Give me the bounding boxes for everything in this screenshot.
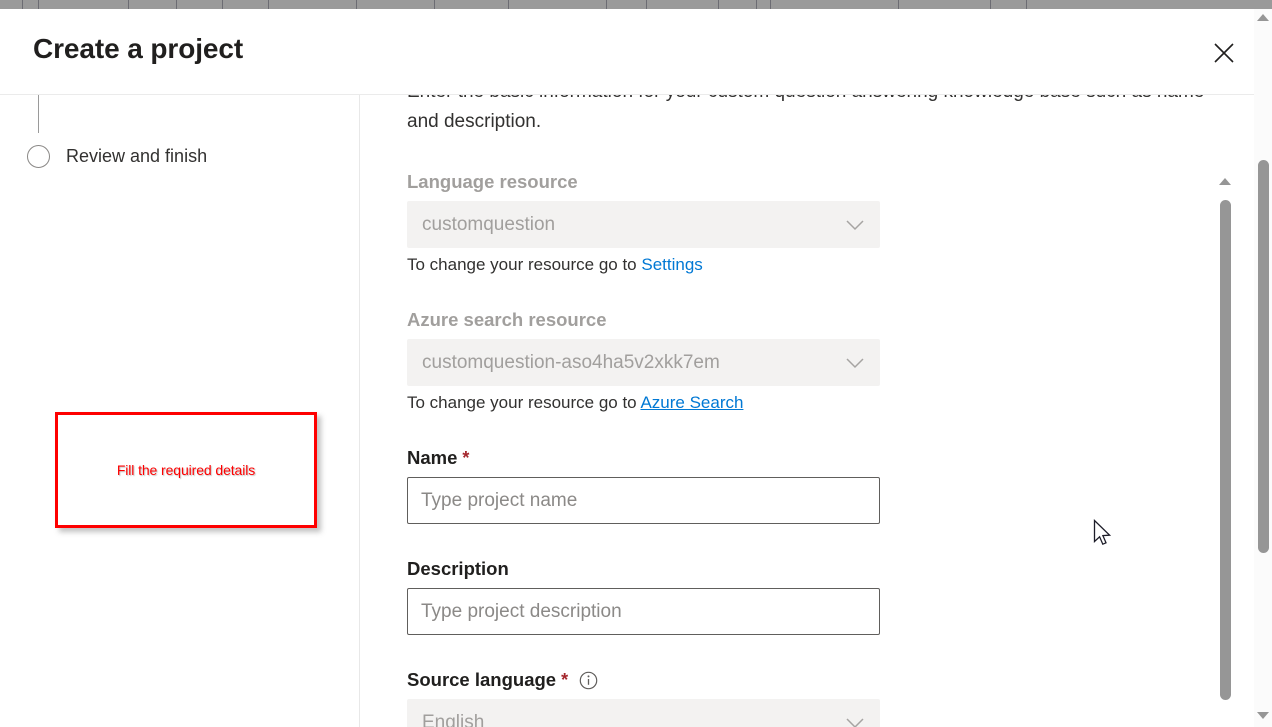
helper-prefix: To change your resource go to — [407, 393, 641, 412]
caret-up-icon[interactable] — [1219, 178, 1231, 185]
azure-search-resource-label-text: Azure search resource — [407, 309, 607, 330]
wizard-stepper-panel: Review and finish Fill the required deta… — [0, 95, 360, 727]
azure-search-resource-helper-text: To change your resource go to Azure Sear… — [407, 393, 1197, 413]
annotation-callout-text: Fill the required details — [116, 462, 256, 478]
chevron-down-icon — [845, 357, 865, 369]
source-language-label: Source language * — [407, 669, 1197, 691]
source-language-label-text: Source language — [407, 669, 557, 690]
field-group-name: Name * — [407, 447, 1197, 524]
description-input[interactable] — [407, 588, 880, 635]
language-resource-helper-text: To change your resource go to Settings — [407, 255, 1197, 275]
field-group-description: Description — [407, 558, 1197, 635]
annotation-callout-box: Fill the required details — [55, 412, 317, 528]
caret-down-icon[interactable] — [1257, 712, 1269, 719]
helper-prefix: To change your resource go to — [407, 255, 642, 274]
required-marker: * — [462, 447, 470, 468]
language-resource-label: Language resource — [407, 171, 1197, 193]
sidebar-item-review-and-finish[interactable]: Review and finish — [27, 145, 207, 168]
language-resource-value: customquestion — [422, 213, 556, 235]
step-connector-line — [38, 95, 39, 133]
azure-search-resource-value: customquestion-aso4ha5v2xkk7em — [422, 351, 720, 373]
page-title: Create a project — [33, 33, 244, 64]
language-resource-label-text: Language resource — [407, 171, 578, 192]
field-group-azure-search-resource: Azure search resource customquestion-aso… — [407, 309, 1197, 413]
dialog-header: Create a project — [0, 9, 1272, 95]
page-scrollbar-thumb[interactable] — [1258, 160, 1269, 553]
dialog-content-scrollbar-thumb[interactable] — [1220, 200, 1231, 700]
language-resource-select[interactable]: customquestion — [407, 201, 880, 248]
settings-link[interactable]: Settings — [641, 255, 702, 274]
name-input[interactable] — [407, 477, 880, 524]
info-icon[interactable] — [579, 671, 598, 690]
source-language-select[interactable]: English — [407, 699, 880, 727]
circle-outline-icon — [27, 145, 50, 168]
form-intro-text: Enter the basic information for your cus… — [407, 95, 1204, 132]
step-label: Review and finish — [66, 146, 208, 166]
name-label-text: Name — [407, 447, 458, 468]
field-group-language-resource: Language resource customquestion To chan… — [407, 171, 1197, 275]
azure-search-resource-label: Azure search resource — [407, 309, 1197, 331]
azure-search-link[interactable]: Azure Search — [640, 393, 743, 412]
close-button[interactable] — [1202, 31, 1246, 75]
chevron-down-icon — [845, 219, 865, 231]
close-icon — [1213, 42, 1235, 64]
dialog-body: Review and finish Fill the required deta… — [0, 95, 1272, 727]
source-language-value: English — [422, 711, 485, 727]
description-label-text: Description — [407, 558, 509, 579]
azure-search-resource-select[interactable]: customquestion-aso4ha5v2xkk7em — [407, 339, 880, 386]
field-group-source-language: Source language * English — [407, 669, 1197, 727]
create-project-dialog: Create a project Review and finish Fill … — [0, 9, 1272, 727]
caret-up-icon[interactable] — [1257, 14, 1269, 21]
required-marker: * — [561, 669, 569, 690]
chevron-down-icon — [845, 717, 865, 727]
clipped-browser-toolbar — [0, 0, 1272, 9]
name-label: Name * — [407, 447, 1197, 469]
description-label: Description — [407, 558, 1197, 580]
project-form-panel: Enter the basic information for your cus… — [361, 95, 1272, 727]
